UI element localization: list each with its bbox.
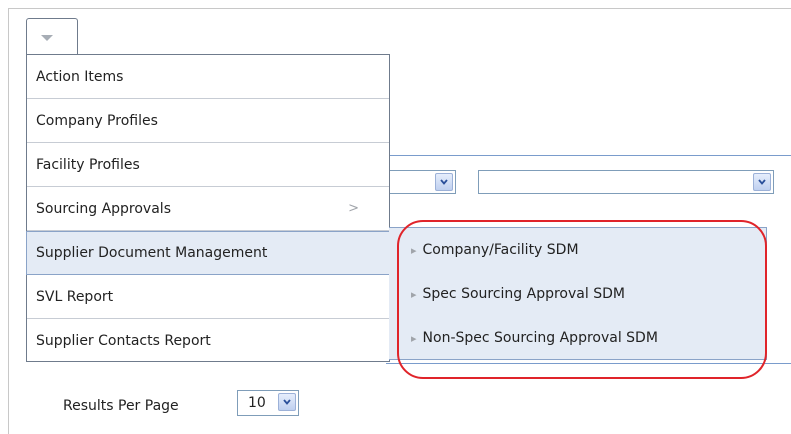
chevron-right-icon: > [348, 201, 359, 216]
chevron-down-icon [440, 179, 448, 185]
results-per-page-label: Results Per Page [63, 398, 179, 414]
menu-item-action-items[interactable]: Action Items [27, 55, 389, 99]
results-per-page-select[interactable]: 10 [237, 390, 299, 416]
chevron-down-icon [758, 179, 766, 185]
menu-item-company-profiles[interactable]: Company Profiles [27, 99, 389, 143]
filter-select-2[interactable] [478, 170, 774, 194]
chevron-down-icon [41, 35, 53, 41]
submenu-item-label: Company/Facility SDM [422, 242, 579, 258]
menu-item-svl-report[interactable]: SVL Report [27, 275, 389, 319]
results-per-page-value: 10 [248, 395, 266, 411]
menu-item-label: Action Items [36, 68, 124, 85]
filter-select-2-button[interactable] [753, 173, 771, 191]
triangle-right-icon: ▸ [411, 243, 417, 257]
menu-item-sourcing-approvals[interactable]: Sourcing Approvals > [27, 187, 389, 231]
submenu-item-non-spec-sourcing-approval-sdm[interactable]: ▸ Non-Spec Sourcing Approval SDM [411, 316, 658, 360]
results-per-page-button[interactable] [278, 393, 296, 411]
triangle-right-icon: ▸ [411, 287, 417, 301]
main-menu: Action Items Company Profiles Facility P… [26, 54, 390, 362]
submenu-item-spec-sourcing-approval-sdm[interactable]: ▸ Spec Sourcing Approval SDM [411, 272, 625, 316]
menu-item-supplier-contacts-report[interactable]: Supplier Contacts Report [27, 319, 389, 363]
menu-item-label: Supplier Document Management [36, 245, 268, 261]
menu-item-label: Supplier Contacts Report [36, 333, 211, 349]
menu-item-label: SVL Report [36, 288, 114, 305]
menu-dropdown-tab[interactable] [26, 18, 78, 54]
submenu-sdm: ▸ Company/Facility SDM ▸ Spec Sourcing A… [389, 227, 767, 360]
section-bottom-rule [386, 363, 791, 364]
triangle-right-icon: ▸ [411, 331, 417, 345]
chevron-down-icon [283, 399, 291, 405]
submenu-item-label: Spec Sourcing Approval SDM [422, 286, 625, 302]
menu-item-label: Company Profiles [36, 112, 158, 129]
menu-item-facility-profiles[interactable]: Facility Profiles [27, 143, 389, 187]
menu-item-label: Facility Profiles [36, 156, 140, 173]
submenu-item-label: Non-Spec Sourcing Approval SDM [422, 330, 658, 346]
submenu-item-company-facility-sdm[interactable]: ▸ Company/Facility SDM [411, 228, 579, 272]
menu-item-supplier-document-management[interactable]: Supplier Document Management [26, 231, 390, 275]
filter-select-1-button[interactable] [435, 173, 453, 191]
menu-item-label: Sourcing Approvals [36, 200, 171, 217]
section-top-rule [388, 155, 791, 156]
